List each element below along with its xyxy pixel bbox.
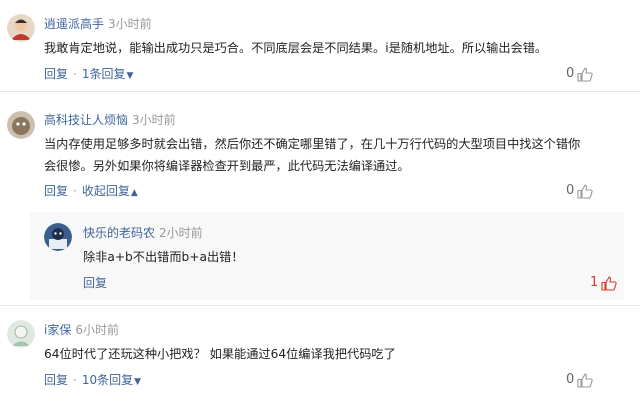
username[interactable]: 快乐的老码农	[83, 226, 155, 240]
timestamp: 3小时前	[108, 17, 152, 31]
comment-text: 我敢肯定地说，能输出成功只是巧合。不同底层会是不同结果。i是随机地址。所以输出会…	[44, 41, 548, 55]
chevron-down-icon[interactable]: ▼	[126, 71, 133, 81]
reply-button[interactable]: 回复	[83, 276, 107, 290]
thumbs-up-icon	[601, 276, 617, 291]
comment-item: i家保 6小时前 64位时代了还玩这种小把戏？ 如果能通过64位编译我把代码吃了 …	[0, 306, 640, 406]
timestamp: 6小时前	[75, 323, 119, 337]
avatar[interactable]	[7, 320, 35, 348]
separator: ·	[73, 373, 77, 387]
reply-meta: 快乐的老码农 2小时前	[83, 225, 203, 241]
like-button[interactable]: 0	[566, 183, 593, 199]
separator: ·	[73, 184, 77, 198]
avatar[interactable]	[7, 111, 35, 139]
like-count: 0	[566, 372, 575, 387]
comment-actions: 回复 · 收起回复▲	[44, 183, 138, 201]
avatar[interactable]	[44, 223, 72, 251]
view-replies-button[interactable]: 1条回复	[82, 67, 126, 81]
reply-button[interactable]: 回复	[44, 184, 68, 198]
like-count: 1	[590, 275, 599, 290]
like-count: 0	[566, 66, 575, 81]
username[interactable]: i家保	[44, 323, 71, 337]
reply-actions: 回复	[83, 275, 107, 291]
reply-button[interactable]: 回复	[44, 373, 68, 387]
thumbs-up-icon	[577, 184, 593, 199]
like-count: 0	[566, 183, 575, 198]
username[interactable]: 逍遥派高手	[44, 17, 104, 31]
comment-meta: 高科技让人烦恼 3小时前	[44, 112, 176, 128]
chevron-up-icon[interactable]: ▲	[131, 188, 138, 198]
thumbs-up-icon	[577, 67, 593, 82]
separator: ·	[73, 67, 77, 81]
comment-item: 逍遥派高手 3小时前 我敢肯定地说，能输出成功只是巧合。不同底层会是不同结果。i是…	[0, 0, 640, 92]
reply-text: 除非a+b不出错而b+a出错！	[83, 250, 244, 264]
timestamp: 2小时前	[159, 226, 203, 240]
reply-thread: 快乐的老码农 2小时前 除非a+b不出错而b+a出错！ 回复 1	[30, 212, 624, 300]
comment-text-line: 会很惨。另外如果你将编译器检查开到最严，此代码无法编译通过。	[44, 159, 410, 173]
like-button[interactable]: 1	[590, 275, 617, 291]
comment-text: 当内存使用足够多时就会出错，然后你还不确定哪里错了，在几十万行代码的大型项目中找…	[44, 133, 634, 177]
view-replies-button[interactable]: 10条回复	[82, 373, 133, 387]
comment-text-line: 当内存使用足够多时就会出错，然后你还不确定哪里错了，在几十万行代码的大型项目中找…	[44, 137, 581, 151]
comment-item: 高科技让人烦恼 3小时前 当内存使用足够多时就会出错，然后你还不确定哪里错了，在几…	[0, 92, 640, 306]
timestamp: 3小时前	[132, 113, 176, 127]
like-button[interactable]: 0	[566, 372, 593, 388]
comment-actions: 回复 · 10条回复▼	[44, 372, 141, 390]
collapse-replies-button[interactable]: 收起回复	[82, 184, 130, 198]
comment-meta: i家保 6小时前	[44, 322, 119, 338]
chevron-down-icon[interactable]: ▼	[134, 377, 141, 387]
comment-actions: 回复 · 1条回复▼	[44, 66, 133, 84]
thumbs-up-icon	[577, 373, 593, 388]
username[interactable]: 高科技让人烦恼	[44, 113, 128, 127]
reply-button[interactable]: 回复	[44, 67, 68, 81]
avatar[interactable]	[7, 14, 35, 42]
comment-text: 64位时代了还玩这种小把戏？ 如果能通过64位编译我把代码吃了	[44, 347, 396, 361]
comment-meta: 逍遥派高手 3小时前	[44, 16, 152, 32]
like-button[interactable]: 0	[566, 66, 593, 82]
